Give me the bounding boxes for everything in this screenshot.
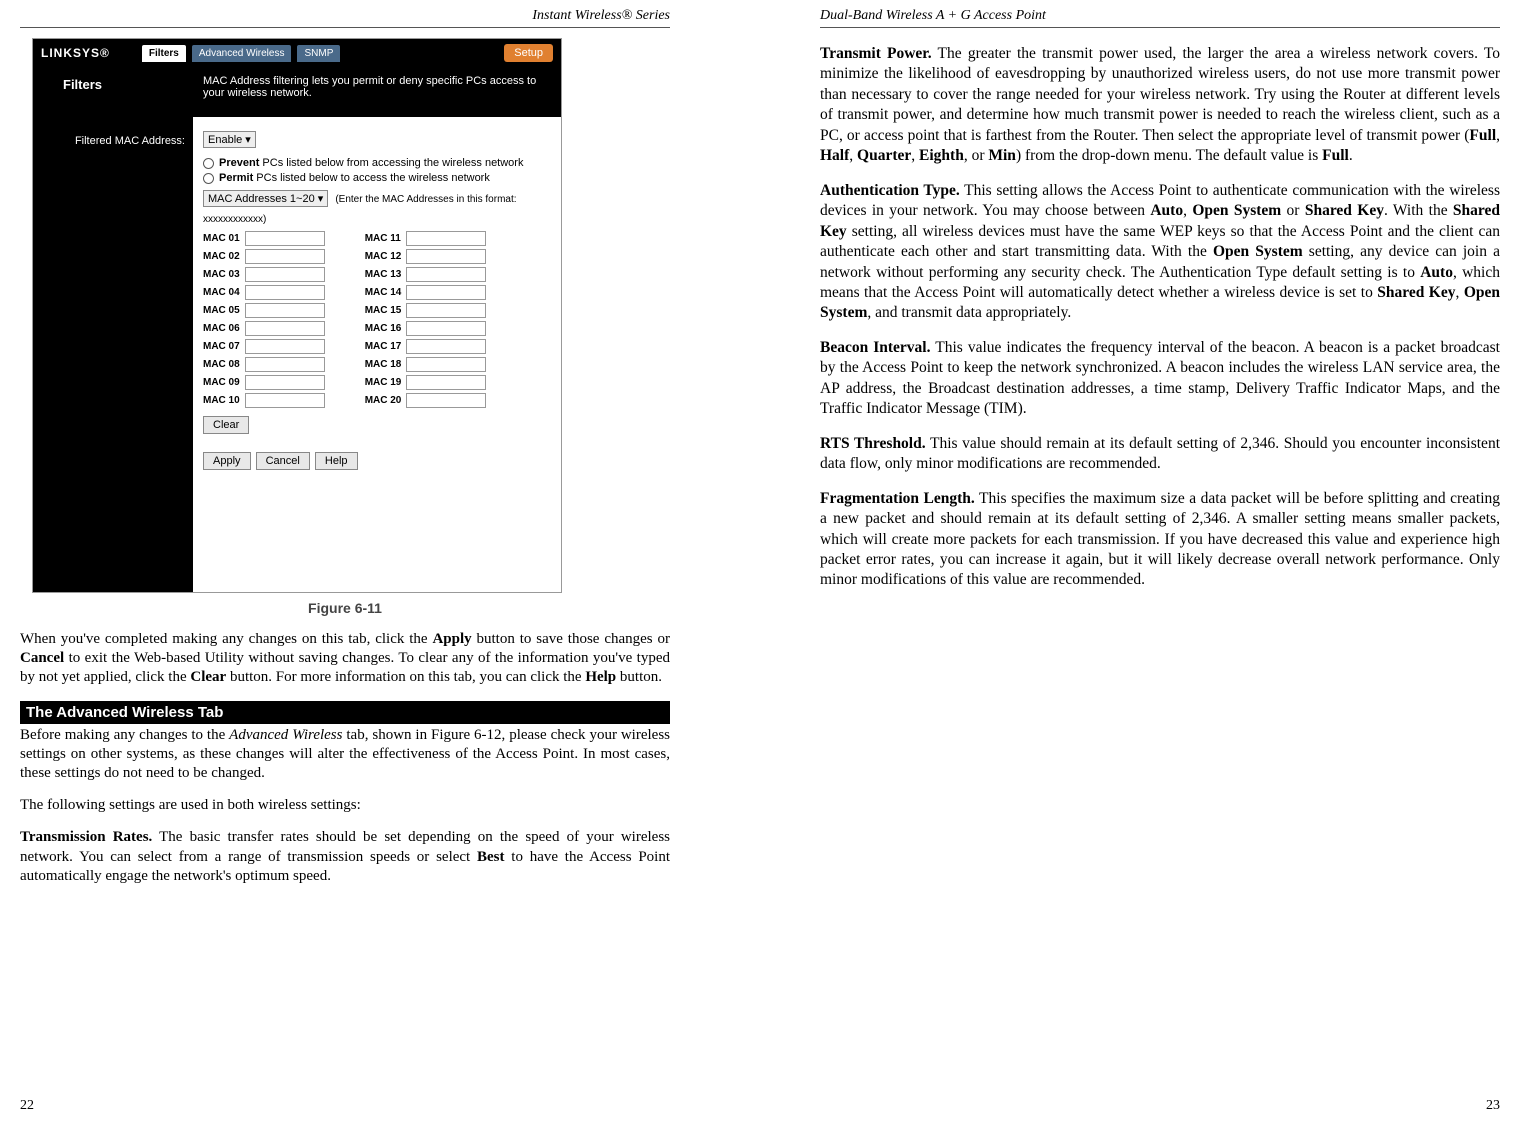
right-para-2: Authentication Type. This setting allows… <box>820 181 1500 324</box>
mac-label: MAC 18 <box>365 359 402 370</box>
right-para-1: Transmit Power. The greater the transmit… <box>820 44 1500 167</box>
mac-input[interactable] <box>406 303 486 318</box>
figure-caption: Figure 6-11 <box>20 600 670 616</box>
header-left: Instant Wireless® Series <box>20 8 670 28</box>
mac-label: MAC 15 <box>365 305 402 316</box>
mac-input[interactable] <box>406 231 486 246</box>
help-button[interactable]: Help <box>315 452 358 470</box>
mac-label: MAC 17 <box>365 341 402 352</box>
mac-label: MAC 19 <box>365 377 402 388</box>
section-header-advanced: The Advanced Wireless Tab <box>20 701 670 724</box>
mac-label: MAC 06 <box>203 323 240 334</box>
mac-input[interactable] <box>245 249 325 264</box>
mac-input[interactable] <box>406 339 486 354</box>
permit-radio[interactable] <box>203 173 214 184</box>
mac-label: MAC 20 <box>365 395 402 406</box>
right-para-4: RTS Threshold. This value should remain … <box>820 434 1500 475</box>
left-para-2: Before making any changes to the Advance… <box>20 726 670 784</box>
screenshot-row2: Filters MAC Address filtering lets you p… <box>33 67 561 117</box>
tab-filters[interactable]: Filters <box>142 45 186 62</box>
screenshot-body-right: Enable ▾ Prevent PCs listed below from a… <box>193 117 561 592</box>
mac-input[interactable] <box>245 285 325 300</box>
clear-button[interactable]: Clear <box>203 416 249 434</box>
mac-input[interactable] <box>406 285 486 300</box>
mac-input[interactable] <box>406 249 486 264</box>
linksys-logo: LINKSYS® <box>41 46 110 60</box>
mac-input[interactable] <box>245 357 325 372</box>
screenshot-section-title: Filters <box>33 67 193 117</box>
mac-input[interactable] <box>406 375 486 390</box>
mac-label: MAC 01 <box>203 233 240 244</box>
prevent-label: Prevent PCs listed below from accessing … <box>219 157 523 169</box>
left-para-3: The following settings are used in both … <box>20 796 670 815</box>
page-right: Dual-Band Wireless A + G Access Point Tr… <box>760 0 1520 1129</box>
mac-col-right: MAC 11 MAC 12 MAC 13 MAC 14 MAC 15 MAC 1… <box>365 231 487 408</box>
screenshot-body: Filtered MAC Address: Enable ▾ Prevent P… <box>33 117 561 592</box>
mac-columns: MAC 01 MAC 02 MAC 03 MAC 04 MAC 05 MAC 0… <box>203 231 551 408</box>
mac-label: MAC 07 <box>203 341 240 352</box>
apply-button[interactable]: Apply <box>203 452 251 470</box>
mac-label: MAC 16 <box>365 323 402 334</box>
filter-mac-label: Filtered MAC Address: <box>75 135 185 147</box>
right-para-3: Beacon Interval. This value indicates th… <box>820 338 1500 420</box>
screenshot-figure: LINKSYS® Filters Advanced Wireless SNMP … <box>32 38 562 593</box>
right-para-5: Fragmentation Length. This specifies the… <box>820 489 1500 591</box>
mac-input[interactable] <box>245 321 325 336</box>
mac-col-left: MAC 01 MAC 02 MAC 03 MAC 04 MAC 05 MAC 0… <box>203 231 325 408</box>
mac-label: MAC 03 <box>203 269 240 280</box>
filter-enable-select[interactable]: Enable ▾ <box>203 131 256 148</box>
mac-label: MAC 02 <box>203 251 240 262</box>
mac-range-select[interactable]: MAC Addresses 1~20 ▾ <box>203 190 328 207</box>
mac-input[interactable] <box>245 339 325 354</box>
mac-input[interactable] <box>245 393 325 408</box>
page-number-left: 22 <box>20 1098 34 1114</box>
mac-label: MAC 12 <box>365 251 402 262</box>
header-right: Dual-Band Wireless A + G Access Point <box>820 8 1500 28</box>
mac-label: MAC 11 <box>365 233 401 244</box>
page-left: Instant Wireless® Series LINKSYS® Filter… <box>0 0 760 1129</box>
mac-input[interactable] <box>245 303 325 318</box>
prevent-radio[interactable] <box>203 158 214 169</box>
permit-label: Permit PCs listed below to access the wi… <box>219 172 490 184</box>
setup-button[interactable]: Setup <box>504 44 553 62</box>
mac-label: MAC 05 <box>203 305 240 316</box>
mac-input[interactable] <box>406 321 486 336</box>
page-number-right: 23 <box>1486 1098 1500 1114</box>
mac-input[interactable] <box>245 375 325 390</box>
mac-label: MAC 10 <box>203 395 240 406</box>
mac-input[interactable] <box>406 267 486 282</box>
screenshot-topbar: LINKSYS® Filters Advanced Wireless SNMP … <box>33 39 561 67</box>
mac-label: MAC 09 <box>203 377 240 388</box>
mac-input[interactable] <box>245 267 325 282</box>
cancel-button[interactable]: Cancel <box>256 452 310 470</box>
mac-label: MAC 04 <box>203 287 240 298</box>
mac-input[interactable] <box>245 231 325 246</box>
mac-input[interactable] <box>406 357 486 372</box>
mac-label: MAC 13 <box>365 269 402 280</box>
mac-label: MAC 14 <box>365 287 402 298</box>
mac-input[interactable] <box>406 393 486 408</box>
mac-label: MAC 08 <box>203 359 240 370</box>
left-para-1: When you've completed making any changes… <box>20 630 670 688</box>
screenshot-desc: MAC Address filtering lets you permit or… <box>193 67 561 117</box>
tab-advanced-wireless[interactable]: Advanced Wireless <box>192 45 292 62</box>
screenshot-body-left: Filtered MAC Address: <box>33 117 193 592</box>
tab-snmp[interactable]: SNMP <box>297 45 340 62</box>
left-para-4: Transmission Rates. The basic transfer r… <box>20 828 670 886</box>
